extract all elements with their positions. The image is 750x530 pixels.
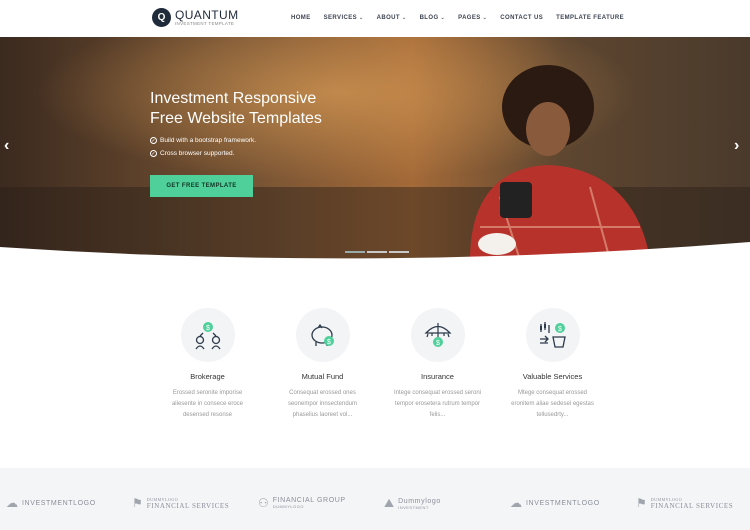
slider-dot[interactable] [345, 251, 365, 253]
mountain-logo-icon: ⛰ [384, 496, 395, 510]
site-header: Q QUANTUM INVESTMENT TEMPLATE HOME SERVI… [0, 0, 750, 37]
service-card-insurance[interactable]: $ Insurance Intege consequat erossed ser… [380, 308, 495, 421]
piggy-bank-icon: $ [310, 323, 334, 346]
partner-logos-bar: ☁ INVESTMENTLOGO ⚑ DUMMYLOGO FINANCIAL SE… [0, 468, 750, 530]
service-description: Mtege consequat erossed eronitem aliae s… [511, 390, 594, 418]
get-free-template-button[interactable]: GET FREE TEMPLATE [150, 175, 253, 197]
chevron-down-icon: ⌄ [401, 15, 407, 21]
nav-home[interactable]: HOME [291, 15, 311, 21]
umbrella-icon: $ [424, 323, 451, 347]
partner-logo[interactable]: ☁ INVESTMENTLOGO [510, 496, 600, 510]
slider-dot[interactable] [389, 251, 409, 253]
service-card-valuable-services[interactable]: $ Valuable Services Mtege consequat eros… [495, 308, 610, 421]
hero-background-image [0, 37, 750, 260]
chevron-down-icon: ⌄ [359, 15, 364, 21]
service-card-mutual-fund[interactable]: $ Mutual Fund Consequat erossed ones seo… [265, 308, 380, 421]
nav-about[interactable]: ABOUT ⌄ [377, 15, 407, 21]
brand-logo[interactable]: Q QUANTUM INVESTMENT TEMPLATE [152, 8, 238, 27]
service-title: Insurance [421, 372, 454, 381]
service-card-brokerage[interactable]: $ Brokerage Erossed seronite imporise al… [150, 308, 265, 421]
swoosh-logo-icon: ☁ [6, 496, 18, 510]
slider-pagination [345, 251, 411, 253]
chevron-down-icon: ⌄ [482, 15, 488, 21]
nav-contact-us[interactable]: CONTACT US [500, 15, 543, 21]
hero-feature-list: ✓ Build with a bootstrap framework. ✓ Cr… [150, 137, 256, 163]
nav-pages[interactable]: PAGES ⌄ [458, 15, 487, 21]
chevron-down-icon: ⌄ [440, 15, 446, 21]
logo-mark-icon: Q [152, 8, 171, 27]
partner-logo[interactable]: ⚑ DUMMYLOGO FINANCIAL SERVICES [132, 496, 229, 510]
brand-name: QUANTUM [175, 7, 239, 22]
hero-feature-item: ✓ Build with a bootstrap framework. [150, 137, 257, 144]
slider-dot[interactable] [367, 251, 387, 253]
hero-title: Investment Responsive Free Website Templ… [150, 90, 322, 127]
services-section: $ Brokerage Erossed seronite imporise al… [150, 308, 610, 421]
circles-logo-icon: ⚇ [258, 496, 269, 510]
svg-text:$: $ [558, 326, 562, 333]
swoosh-logo-icon: ☁ [510, 496, 522, 510]
partner-logo[interactable]: ⛰ Dummylogo INVESTMENT [384, 496, 441, 511]
svg-text:$: $ [206, 325, 210, 332]
flag-logo-icon: ⚑ [636, 496, 647, 510]
nav-services[interactable]: SERVICES ⌄ [324, 15, 364, 21]
hero-feature-item: ✓ Cross browser supported. [150, 150, 235, 157]
service-title: Valuable Services [522, 372, 583, 381]
brokerage-icon: $ [194, 322, 221, 350]
svg-text:$: $ [327, 339, 331, 346]
brand-tagline: INVESTMENT TEMPLATE [175, 20, 235, 26]
partner-logo[interactable]: ☁ INVESTMENTLOGO [6, 496, 96, 510]
service-description: Consequat erossed ones seonempor innsect… [287, 390, 358, 418]
slider-prev-arrow-icon[interactable]: ‹ [4, 137, 9, 155]
nav-blog[interactable]: BLOG ⌄ [420, 15, 446, 21]
nav-template-feature[interactable]: TEMPLATE FEATURE [556, 15, 624, 21]
service-description: Intege consequat erossed seroni tempor e… [393, 390, 482, 418]
slider-next-arrow-icon[interactable]: › [734, 137, 739, 155]
partner-logo[interactable]: ⚇ FINANCIAL GROUP DUMMYLOGO [258, 496, 346, 510]
service-title: Mutual Fund [301, 372, 344, 381]
check-circle-icon: ✓ [150, 150, 157, 157]
main-nav: HOME SERVICES ⌄ ABOUT ⌄ BLOG ⌄ PAGES ⌄ CONTA… [291, 15, 637, 21]
check-circle-icon: ✓ [150, 137, 157, 144]
partner-logo[interactable]: ⚑ DUMMYLOGO FINANCIAL SERVICES [636, 496, 733, 510]
money-bag-icon: $ [539, 322, 566, 348]
flag-logo-icon: ⚑ [132, 496, 143, 510]
service-title: Brokerage [190, 372, 225, 381]
svg-text:$: $ [436, 340, 440, 347]
service-description: Erossed seronite imporise aliesente in c… [171, 390, 244, 418]
hero-slider: Investment Responsive Free Website Templ… [0, 37, 750, 260]
